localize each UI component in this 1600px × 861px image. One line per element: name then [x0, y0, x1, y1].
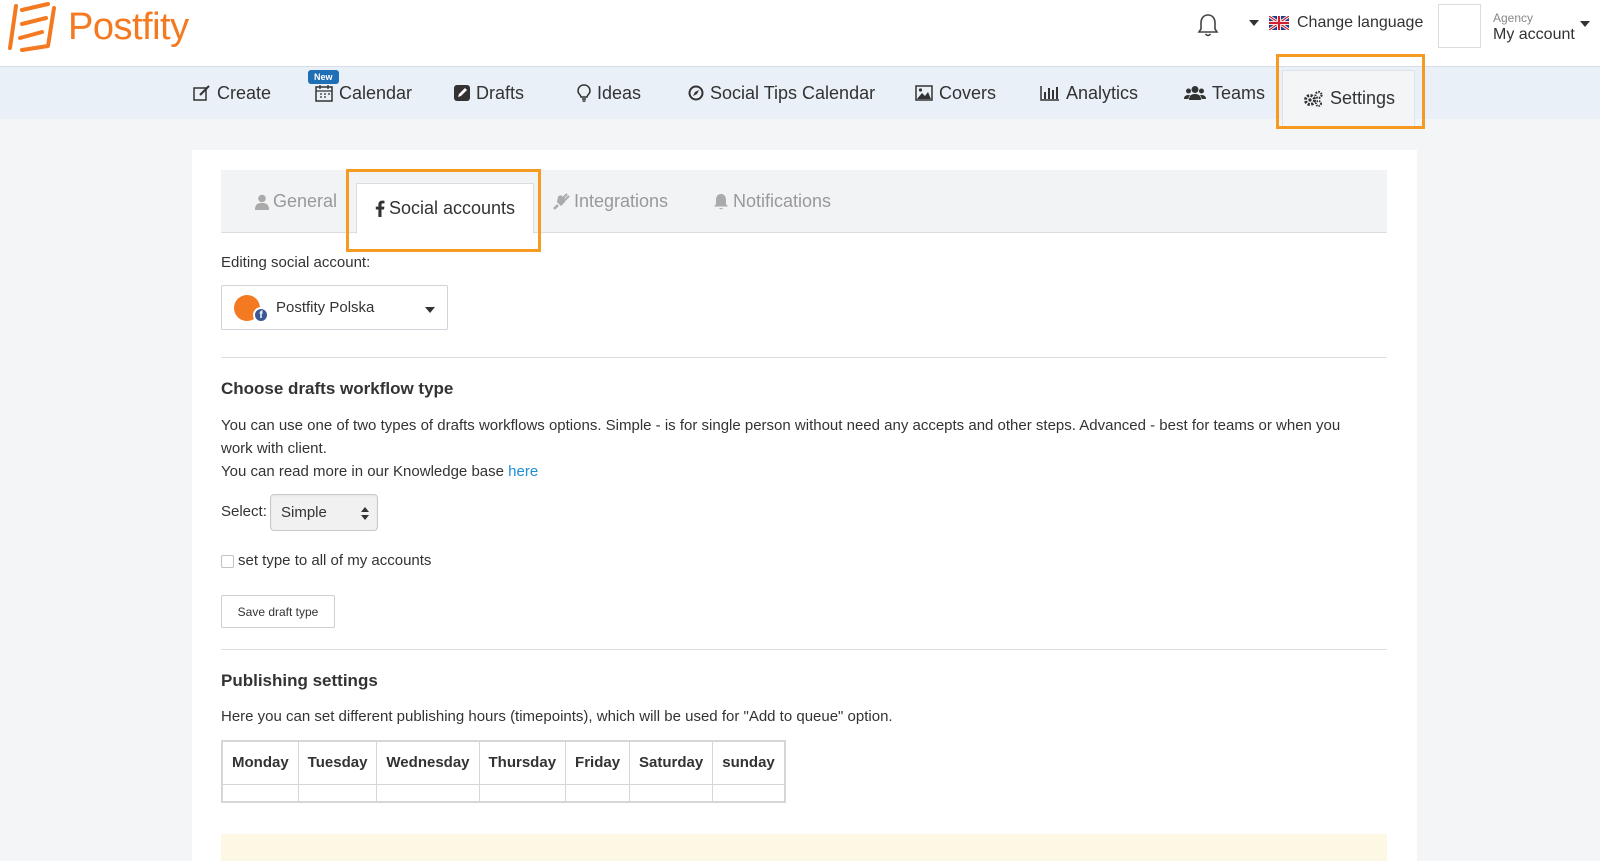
nav-teams-label: Teams [1212, 82, 1266, 103]
nav-analytics-label: Analytics [1066, 82, 1139, 103]
change-language-dropdown[interactable]: Change language [1249, 14, 1423, 32]
table-cell[interactable] [478, 783, 567, 803]
day-header-tuesday: Tuesday [297, 740, 378, 785]
gears-icon [1303, 90, 1323, 107]
publishing-days-table: Monday Tuesday Wednesday Thursday Friday… [221, 740, 786, 803]
logo-text: Postfity [68, 5, 189, 48]
day-header-wednesday: Wednesday [376, 740, 480, 785]
drafts-icon [454, 85, 470, 101]
avatar[interactable] [1438, 4, 1481, 48]
user-icon [255, 194, 269, 210]
calendar-icon [315, 85, 333, 102]
nav-ideas-label: Ideas [597, 82, 642, 103]
publishing-description: Here you can set different publishing ho… [221, 708, 893, 725]
nav-covers-label: Covers [939, 82, 997, 103]
postfity-logo-icon [8, 2, 56, 52]
drafts-workflow-description: You can use one of two types of drafts w… [221, 414, 1387, 483]
day-header-monday: Monday [221, 740, 299, 785]
nav-settings[interactable]: Settings [1282, 70, 1415, 126]
nav-create[interactable]: Create [193, 67, 271, 119]
lightbulb-icon [577, 84, 591, 102]
uk-flag-icon [1269, 16, 1289, 30]
tab-social-accounts[interactable]: Social accounts [356, 183, 534, 234]
my-account-menu[interactable]: Agency My account [1493, 11, 1575, 44]
select-updown-icon [361, 507, 369, 520]
nav-create-label: Create [217, 82, 272, 103]
facebook-icon [375, 200, 385, 217]
tab-general[interactable]: General [255, 170, 337, 233]
nav-covers[interactable]: Covers [915, 67, 996, 119]
description-line-2: work with client. [221, 440, 327, 457]
table-row [221, 783, 786, 803]
set-type-all-label: set type to all of my accounts [238, 552, 432, 569]
nav-social-tips-calendar-label: Social Tips Calendar [710, 82, 876, 103]
table-header-row: Monday Tuesday Wednesday Thursday Friday… [221, 740, 786, 785]
drafts-workflow-title: Choose drafts workflow type [221, 379, 454, 398]
divider [221, 649, 1387, 650]
change-language-label: Change language [1297, 14, 1424, 31]
workflow-type-select[interactable]: Simple [270, 494, 378, 531]
day-header-friday: Friday [565, 740, 631, 785]
table-cell[interactable] [376, 783, 480, 803]
notice-banner [221, 834, 1387, 861]
table-cell[interactable] [297, 783, 378, 803]
select-label: Select: [221, 503, 267, 520]
save-draft-type-button[interactable]: Save draft type [221, 595, 335, 628]
notifications-bell-icon[interactable] [1196, 12, 1220, 38]
image-icon [915, 85, 933, 101]
table-cell[interactable] [629, 783, 714, 803]
postfity-logo[interactable]: Postfity [8, 2, 189, 52]
facebook-badge-icon: f [253, 307, 269, 323]
chevron-down-icon [1249, 20, 1259, 26]
nav-ideas[interactable]: Ideas [577, 67, 641, 119]
bar-chart-icon [1040, 86, 1059, 101]
nav-drafts[interactable]: Drafts [454, 67, 524, 119]
top-header: Postfity Change language Agency My accou… [0, 0, 1600, 67]
tab-social-accounts-label: Social accounts [388, 198, 516, 218]
selected-account-name: Postfity Polska [276, 299, 375, 316]
nav-calendar-label: Calendar [339, 82, 413, 103]
bell-icon [714, 194, 728, 210]
account-label: My account [1493, 26, 1575, 43]
account-chevron-down-icon[interactable] [1580, 21, 1590, 27]
day-header-sunday: sunday [712, 740, 786, 785]
nav-teams[interactable]: Teams [1184, 67, 1265, 119]
publishing-settings-title: Publishing settings [221, 671, 378, 690]
nav-settings-label: Settings [1329, 88, 1396, 108]
chevron-down-icon [425, 307, 435, 313]
tab-integrations-label: Integrations [574, 191, 669, 211]
knowledge-base-text: You can read more in our Knowledge base [221, 463, 504, 480]
day-header-thursday: Thursday [478, 740, 567, 785]
account-role: Agency [1493, 11, 1534, 25]
compass-icon [688, 85, 704, 101]
nav-social-tips-calendar[interactable]: Social Tips Calendar [688, 67, 875, 119]
day-header-saturday: Saturday [629, 740, 714, 785]
description-line-1: You can use one of two types of drafts w… [221, 417, 1341, 434]
tab-notifications-label: Notifications [733, 191, 832, 211]
tab-general-label: General [273, 191, 338, 211]
users-icon [1184, 86, 1206, 100]
nav-analytics[interactable]: Analytics [1040, 67, 1138, 119]
nav-drafts-label: Drafts [476, 82, 525, 103]
new-badge: New [308, 70, 339, 84]
workflow-type-value: Simple [281, 504, 327, 521]
knowledge-base-link[interactable]: here [508, 463, 538, 480]
tab-integrations[interactable]: Integrations [552, 170, 668, 233]
tab-notifications[interactable]: Notifications [713, 170, 831, 233]
plug-icon [553, 192, 570, 210]
set-type-all-checkbox[interactable] [221, 555, 234, 568]
social-account-select[interactable]: f Postfity Polska [221, 285, 448, 330]
divider [221, 357, 1387, 358]
table-cell[interactable] [221, 783, 299, 803]
edit-icon [193, 85, 210, 101]
table-cell[interactable] [565, 783, 631, 803]
editing-account-label: Editing social account: [221, 254, 371, 271]
table-cell[interactable] [712, 783, 786, 803]
